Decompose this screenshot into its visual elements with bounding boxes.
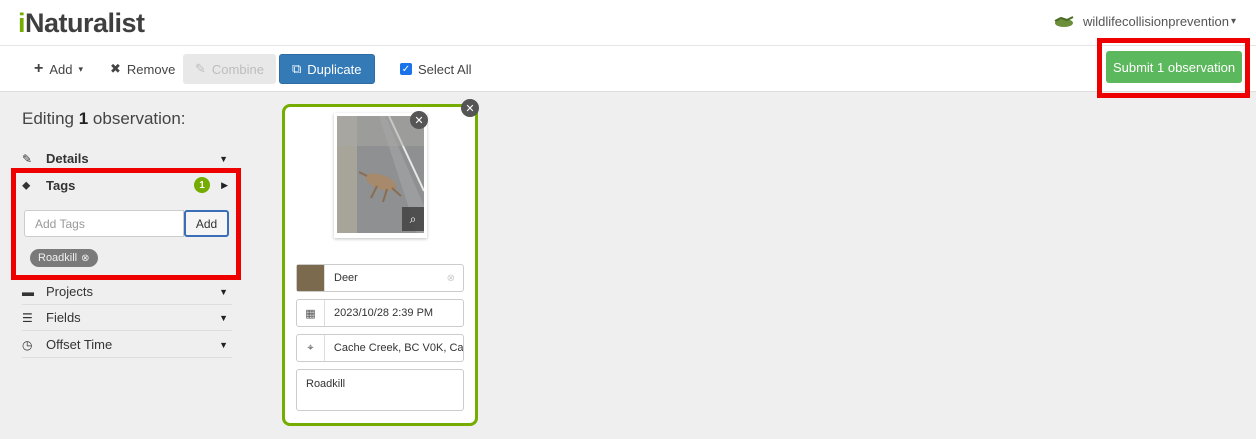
- pencil-icon: ✎: [22, 151, 33, 166]
- user-menu[interactable]: wildlifecollisionprevention ▾: [1053, 14, 1236, 29]
- calendar-icon: ▦: [297, 300, 325, 326]
- section-fields[interactable]: ☰ Fields ▼: [22, 305, 232, 331]
- select-all-checkbox[interactable]: ✓ Select All: [400, 54, 471, 84]
- close-icon[interactable]: ✕: [461, 99, 479, 117]
- inaturalist-logo[interactable]: iNaturalist: [18, 8, 145, 39]
- species-field[interactable]: Deer ⊗: [296, 264, 464, 292]
- plus-icon: +: [34, 60, 44, 77]
- species-thumbnail: [297, 265, 325, 291]
- clock-icon: ◷: [22, 337, 33, 352]
- chevron-down-icon: ▼: [219, 286, 228, 297]
- remove-photo-icon[interactable]: ✕: [410, 111, 428, 129]
- duplicate-button[interactable]: ⧉ Duplicate: [279, 54, 375, 84]
- submit-button[interactable]: Submit 1 observation: [1106, 51, 1242, 83]
- app-header: iNaturalist wildlifecollisionprevention ▾: [0, 0, 1256, 46]
- pencil-icon: ✎: [195, 61, 206, 76]
- description-field[interactable]: Roadkill: [296, 369, 464, 411]
- add-tags-input[interactable]: Add Tags: [24, 210, 184, 237]
- date-field[interactable]: ▦ 2023/10/28 2:39 PM: [296, 299, 464, 327]
- checkbox-checked-icon: ✓: [400, 63, 412, 75]
- combine-button[interactable]: ✎ Combine: [183, 54, 276, 84]
- x-icon: ✖: [110, 61, 121, 76]
- add-tag-button[interactable]: Add: [184, 210, 229, 237]
- close-icon[interactable]: ⊗: [81, 253, 89, 264]
- chevron-down-icon: ▾: [1230, 16, 1236, 27]
- add-button[interactable]: + Add ▾: [34, 54, 83, 84]
- clear-icon[interactable]: ⊗: [447, 273, 455, 284]
- list-icon: ☰: [22, 310, 33, 325]
- chevron-down-icon: ▼: [219, 339, 228, 350]
- chevron-down-icon: ▼: [219, 312, 228, 323]
- chevron-down-icon: ▾: [78, 63, 84, 74]
- user-avatar-icon: [1054, 15, 1074, 27]
- location-field[interactable]: ⌖ Cache Creek, BC V0K, Ca: [296, 334, 464, 362]
- toolbar: + Add ▾ ✖ Remove ✎ Combine ⧉ Duplicate ✓…: [0, 46, 1256, 92]
- briefcase-icon: ▬: [22, 284, 34, 299]
- zoom-icon[interactable]: ⌕: [402, 207, 424, 231]
- section-projects[interactable]: ▬ Projects ▼: [22, 279, 232, 305]
- section-offset-time[interactable]: ◷ Offset Time ▼: [22, 332, 232, 358]
- tag-chip[interactable]: Roadkill ⊗: [30, 249, 98, 267]
- copy-icon: ⧉: [292, 61, 302, 76]
- map-marker-icon: ⌖: [297, 335, 325, 361]
- username: wildlifecollisionprevention: [1083, 14, 1229, 29]
- chevron-down-icon: ▼: [219, 153, 228, 164]
- remove-button[interactable]: ✖ Remove: [110, 54, 175, 84]
- editing-heading: Editing 1 observation:: [22, 109, 186, 128]
